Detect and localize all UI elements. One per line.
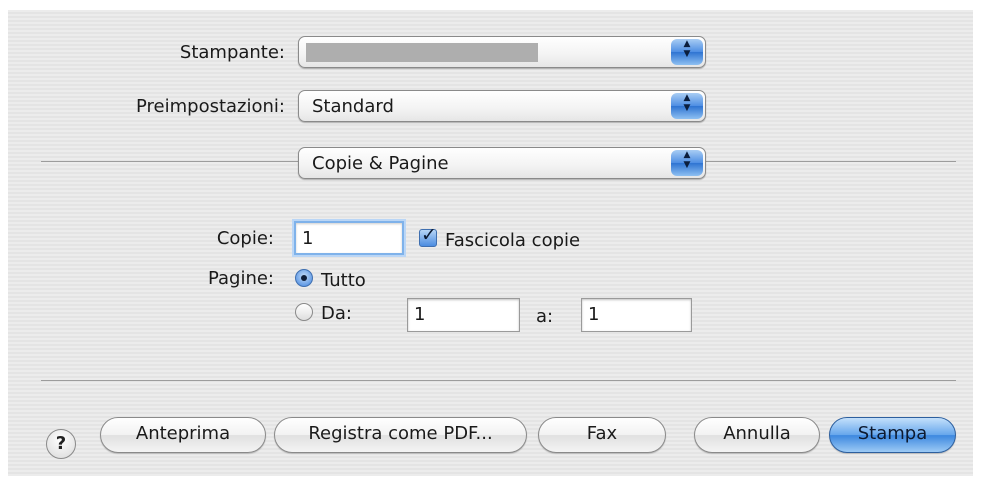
separator-left [41,161,298,162]
pages-from-label: Da: [321,303,352,324]
printer-name-redacted [306,43,538,62]
fax-button[interactable]: Fax [538,417,666,453]
pages-range-radio[interactable] [295,303,313,321]
printer-popup[interactable]: ▲ ▼ [298,36,706,68]
popup-arrows-icon: ▲ ▼ [671,150,703,176]
print-button[interactable]: Stampa [829,417,956,453]
bottom-separator [41,380,956,381]
question-mark-icon: ? [55,433,67,454]
copies-label: Copie: [216,228,274,249]
separator-right [706,161,956,162]
presets-label: Preimpostazioni: [136,96,285,117]
help-button[interactable]: ? [46,429,76,459]
presets-value: Standard [312,96,394,117]
print-dialog: Stampante: ▲ ▼ Preimpostazioni: Standard … [8,10,973,476]
radio-dot-icon [301,275,307,281]
save-pdf-button[interactable]: Registra come PDF... [274,417,527,453]
pages-from-field[interactable]: 1 [407,298,520,332]
pages-to-field[interactable]: 1 [581,298,692,332]
pages-all-label: Tutto [321,270,366,291]
cancel-button[interactable]: Annulla [694,417,820,453]
copies-field[interactable]: 1 [294,221,404,255]
popup-arrows-icon: ▲ ▼ [671,93,703,119]
popup-arrows-icon: ▲ ▼ [671,39,703,65]
printer-label: Stampante: [179,42,285,63]
collate-checkbox[interactable]: ✓ [419,224,437,247]
panel-popup[interactable]: Copie & Pagine ▲ ▼ [298,147,706,179]
presets-popup[interactable]: Standard ▲ ▼ [298,90,706,122]
collate-label: Fascicola copie [445,230,581,251]
pages-to-label: a: [536,306,554,327]
pages-label: Pagine: [207,268,274,289]
panel-value: Copie & Pagine [312,153,449,174]
preview-button[interactable]: Anteprima [100,417,266,453]
pages-all-radio[interactable] [295,269,313,287]
checkmark-icon: ✓ [421,224,437,246]
